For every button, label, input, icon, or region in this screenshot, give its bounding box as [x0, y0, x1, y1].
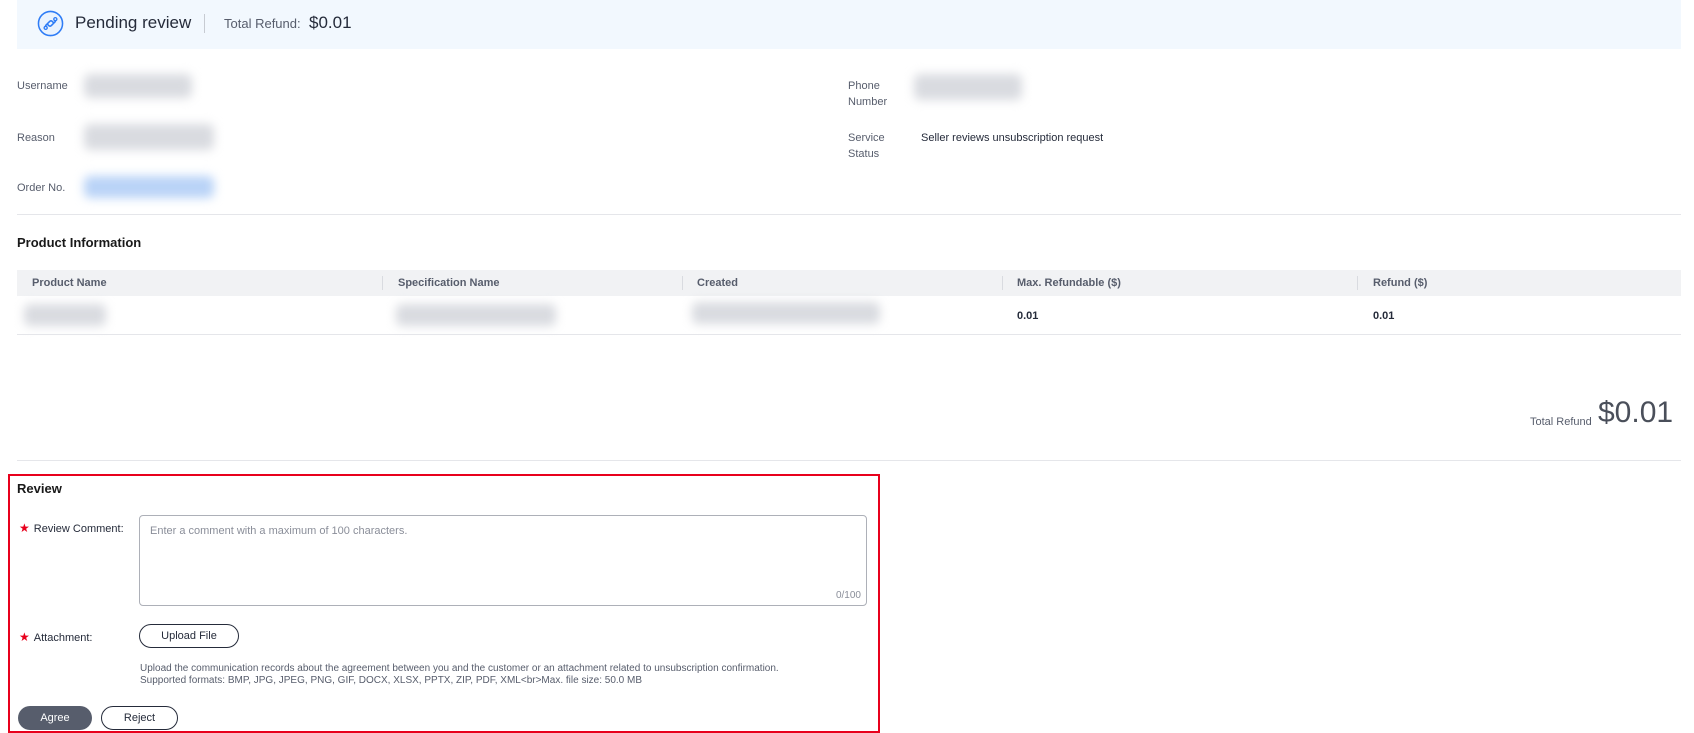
- col-separator: [682, 276, 683, 290]
- banner-divider: [204, 14, 205, 33]
- service-status-label-line1: Service: [848, 132, 885, 144]
- upload-file-button[interactable]: Upload File: [139, 624, 239, 648]
- review-comment-placeholder: Enter a comment with a maximum of 100 ch…: [150, 525, 408, 537]
- character-counter: 0/100: [835, 590, 861, 601]
- order-no-label: Order No.: [17, 182, 66, 194]
- total-refund-value: $0.01: [309, 13, 352, 32]
- order-no-link-redacted[interactable]: [84, 176, 214, 198]
- reject-button[interactable]: Reject: [101, 706, 178, 730]
- phone-label-line2: Number: [848, 96, 888, 108]
- col-separator: [1357, 276, 1358, 290]
- review-title: Review: [17, 481, 62, 496]
- product-info-title: Product Information: [17, 235, 142, 250]
- col-created: Created: [697, 277, 738, 289]
- col-refund: Refund ($): [1373, 277, 1428, 289]
- phone-label-line1: Phone: [848, 80, 880, 92]
- product-table-header: Product Name Specification Name Created …: [17, 270, 1681, 296]
- refund-value: 0.01: [1373, 310, 1395, 322]
- service-status-label-line2: Status: [848, 148, 880, 160]
- divider: [17, 214, 1681, 215]
- status-banner: Pending review Total Refund: $0.01: [17, 0, 1681, 49]
- specification-name-redacted: [396, 304, 556, 326]
- col-specification-name: Specification Name: [398, 277, 500, 289]
- attachment-label: ★ Attachment:: [19, 630, 92, 644]
- col-separator: [1002, 276, 1003, 290]
- attachment-label-text: Attachment:: [33, 632, 93, 644]
- product-name-redacted: [24, 304, 106, 326]
- col-separator: [382, 276, 383, 290]
- username-value-redacted: [84, 74, 192, 98]
- review-comment-textarea[interactable]: Enter a comment with a maximum of 100 ch…: [139, 515, 867, 606]
- max-refundable-value: 0.01: [1017, 310, 1039, 322]
- review-status-icon: [37, 10, 64, 37]
- total-refund-label: Total Refund:: [224, 16, 301, 31]
- table-bottom-border: [17, 334, 1681, 335]
- phone-value-redacted: [914, 74, 1022, 100]
- review-comment-label: ★ Review Comment:: [19, 521, 124, 535]
- total-refund-summary-label: Total Refund: [1530, 416, 1592, 428]
- attachment-hint-line1: Upload the communication records about t…: [140, 663, 779, 674]
- col-max-refundable: Max. Refundable ($): [1017, 277, 1121, 289]
- username-label: Username: [17, 80, 68, 92]
- agree-button[interactable]: Agree: [18, 706, 92, 730]
- total-refund-summary-value: $0.01: [1598, 396, 1674, 429]
- attachment-hint-line2: Supported formats: BMP, JPG, JPEG, PNG, …: [140, 675, 643, 686]
- required-star-icon: ★: [19, 521, 30, 535]
- divider: [17, 460, 1681, 461]
- reason-label: Reason: [17, 132, 55, 144]
- required-star-icon: ★: [19, 630, 30, 644]
- review-comment-label-text: Review Comment:: [33, 523, 124, 535]
- reason-value-redacted: [84, 124, 214, 150]
- status-text: Pending review: [75, 13, 192, 32]
- service-status-value: Seller reviews unsubscription request: [921, 132, 1104, 144]
- col-product-name: Product Name: [32, 277, 107, 289]
- created-redacted: [692, 302, 880, 324]
